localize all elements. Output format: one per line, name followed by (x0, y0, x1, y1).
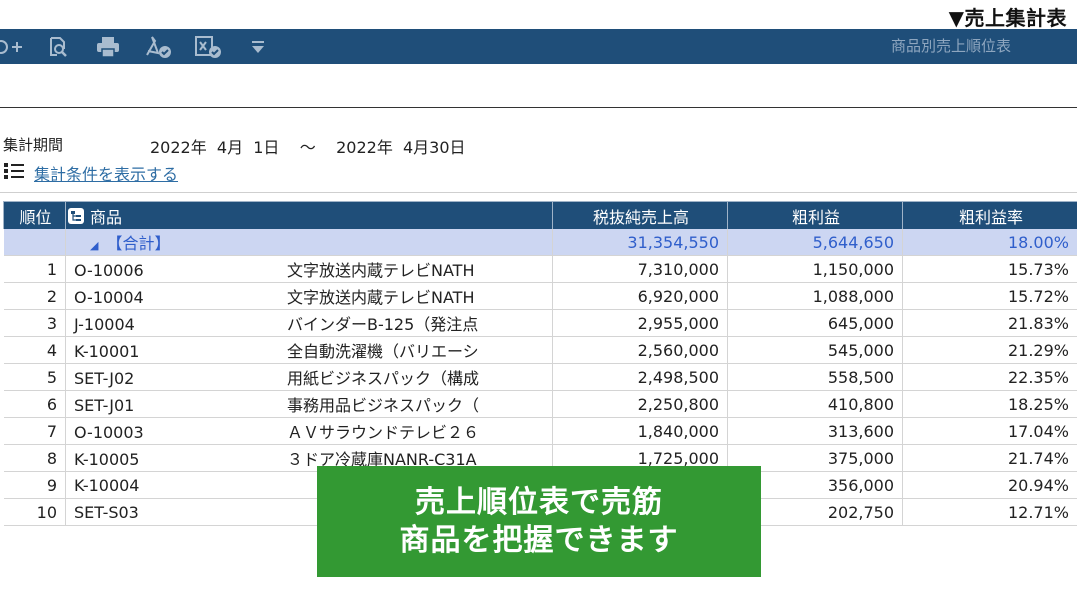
profit-cell: 1,088,000 (727, 282, 903, 310)
profit-cell: 558,500 (727, 363, 903, 391)
table-row[interactable]: 3 J-10004 バインダーB-125（発注点 2,955,000 645,000 21… (3, 309, 1077, 337)
product-name: ＡＶサラウンドテレビ２６ (287, 423, 480, 442)
divider (0, 192, 1077, 193)
banner-line-1: 売上順位表で売筋 (415, 484, 663, 520)
margin-cell: 21.83% (902, 309, 1077, 337)
column-header-rank[interactable]: 順位 (3, 201, 66, 229)
column-header-margin[interactable]: 粗利益率 (902, 201, 1077, 229)
sales-cell: 2,250,800 (552, 390, 728, 418)
margin-cell: 21.74% (902, 444, 1077, 472)
conditions-row[interactable]: 集計条件を表示する (4, 162, 178, 184)
total-row[interactable]: ◢ 【合計】 31,354,550 5,644,650 18.00% (3, 229, 1077, 256)
profit-cell: 645,000 (727, 309, 903, 337)
show-conditions-link[interactable]: 集計条件を表示する (34, 161, 178, 185)
product-cell[interactable]: O-10003 ＡＶサラウンドテレビ２６ (65, 417, 553, 445)
zoom-search-icon[interactable] (40, 29, 76, 64)
product-code: K-10005 (74, 450, 140, 469)
product-cell[interactable]: SET-J02 用紙ビジネスパック（構成 (65, 363, 553, 391)
list-icon (4, 162, 24, 184)
product-name: 事務用品ビジネスパック（ (287, 396, 480, 415)
column-header-profit[interactable]: 粗利益 (727, 201, 903, 229)
column-header-product-label: 商品 (90, 207, 123, 227)
margin-cell: 20.94% (902, 471, 1077, 499)
column-header-sales[interactable]: 税抜純売上高 (552, 201, 728, 229)
margin-cell: 15.73% (902, 255, 1077, 283)
table-row[interactable]: 2 O-10004 文字放送内蔵テレビNATH 6,920,000 1,088,000 1… (3, 282, 1077, 310)
rank-cell: 2 (3, 282, 66, 310)
table-row[interactable]: 6 SET-J01 事務用品ビジネスパック（ 2,250,800 410,800 18.2… (3, 390, 1077, 418)
product-cell[interactable]: O-10004 文字放送内蔵テレビNATH (65, 282, 553, 310)
column-header-product[interactable]: 商品 (65, 201, 553, 229)
product-code: K-10004 (74, 475, 140, 495)
profit-cell: 545,000 (727, 336, 903, 364)
product-cell[interactable]: K-10001 全自動洗濯機（バリエーシ (65, 336, 553, 364)
product-code: SET-J02 (74, 369, 135, 388)
product-name: 文字放送内蔵テレビNATH (287, 261, 475, 280)
report-name: 商品別売上順位表 (890, 37, 1011, 55)
banner-line-2: 商品を把握できます (399, 522, 679, 558)
sales-cell: 2,955,000 (552, 309, 728, 337)
margin-cell: 15.72% (902, 282, 1077, 310)
sales-cell: 2,498,500 (552, 363, 728, 391)
rank-cell: 10 (3, 498, 66, 526)
product-code: SET-S03 (74, 502, 139, 522)
total-rank-cell (3, 229, 66, 256)
product-cell[interactable]: SET-J01 事務用品ビジネスパック（ (65, 390, 553, 418)
table-row[interactable]: 7 O-10003 ＡＶサラウンドテレビ２６ 1,840,000 313,600 17.0… (3, 417, 1077, 445)
search-add-icon[interactable] (0, 29, 28, 64)
sales-cell: 6,920,000 (552, 282, 728, 310)
print-icon[interactable] (90, 29, 126, 64)
tree-toggle-icon[interactable] (68, 207, 84, 224)
table-row[interactable]: 4 K-10001 全自動洗濯機（バリエーシ 2,560,000 545,000 21.2… (3, 336, 1077, 364)
rank-cell: 9 (3, 471, 66, 499)
product-code: O-10006 (74, 261, 144, 280)
product-name: 用紙ビジネスパック（構成 (287, 369, 480, 388)
toolbar: 商品別売上順位表 (0, 29, 1077, 64)
rank-cell: 6 (3, 390, 66, 418)
collapse-triangle-icon[interactable]: ◢ (90, 239, 98, 252)
profit-cell: 313,600 (727, 417, 903, 445)
margin-cell: 17.04% (902, 417, 1077, 445)
product-name: 文字放送内蔵テレビNATH (287, 288, 475, 307)
total-profit: 5,644,650 (727, 229, 903, 256)
margin-cell: 22.35% (902, 363, 1077, 391)
rank-cell: 1 (3, 255, 66, 283)
period-label: 集計期間 (3, 136, 64, 154)
product-code: O-10003 (74, 423, 144, 442)
sales-cell: 2,560,000 (552, 336, 728, 364)
product-name: 全自動洗濯機（バリエーシ (287, 342, 479, 361)
product-cell[interactable]: J-10004 バインダーB-125（発注点 (65, 309, 553, 337)
excel-check-icon[interactable] (190, 29, 226, 64)
margin-cell: 18.25% (902, 390, 1077, 418)
margin-cell: 21.29% (902, 336, 1077, 364)
rank-cell: 3 (3, 309, 66, 337)
product-code: SET-J01 (74, 396, 135, 415)
product-code: K-10001 (74, 342, 140, 361)
profit-cell: 1,150,000 (727, 255, 903, 283)
rank-cell: 7 (3, 417, 66, 445)
table-row[interactable]: 1 O-10006 文字放送内蔵テレビNATH 7,310,000 1,150,000 1… (3, 255, 1077, 283)
total-sales: 31,354,550 (552, 229, 728, 256)
page-caption: ▼売上集計表 (948, 6, 1067, 30)
product-cell[interactable]: O-10006 文字放送内蔵テレビNATH (65, 255, 553, 283)
rank-cell: 4 (3, 336, 66, 364)
margin-cell: 12.71% (902, 498, 1077, 526)
sales-cell: 7,310,000 (552, 255, 728, 283)
product-name: バインダーB-125（発注点 (287, 315, 479, 334)
promo-banner: 売上順位表で売筋 商品を把握できます (317, 466, 761, 577)
total-label-cell[interactable]: ◢ 【合計】 (65, 229, 553, 256)
product-code: J-10004 (74, 315, 135, 334)
divider (0, 107, 1077, 108)
rank-cell: 8 (3, 444, 66, 472)
dropdown-icon[interactable] (240, 29, 276, 64)
total-margin: 18.00% (902, 229, 1077, 256)
period-value: 2022年 4月 1日 ～ 2022年 4月30日 (150, 138, 466, 157)
profit-cell: 410,800 (727, 390, 903, 418)
rank-cell: 5 (3, 363, 66, 391)
product-code: O-10004 (74, 288, 144, 307)
sales-cell: 1,840,000 (552, 417, 728, 445)
pdf-check-icon[interactable] (140, 29, 176, 64)
table-row[interactable]: 5 SET-J02 用紙ビジネスパック（構成 2,498,500 558,500 22.3… (3, 363, 1077, 391)
total-label: 【合計】 (106, 234, 171, 253)
